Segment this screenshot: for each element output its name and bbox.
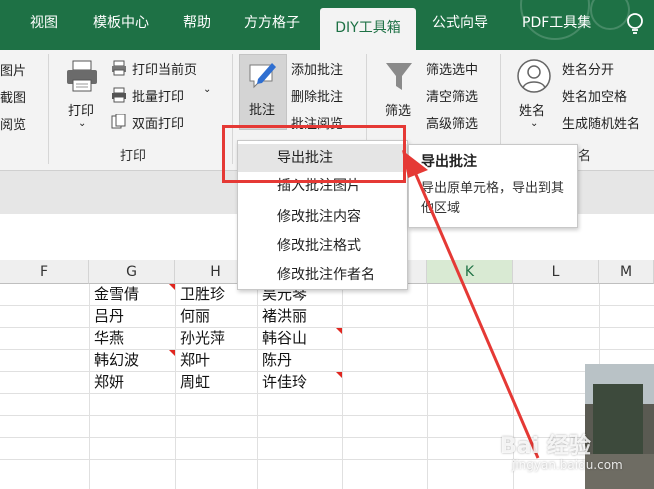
tab-formula-wizard[interactable]: 公式向导 — [432, 0, 488, 50]
grid-line — [0, 393, 654, 394]
cell-h2[interactable]: 何丽 — [176, 305, 210, 327]
advanced-filter-button[interactable]: 高级筛选 — [426, 113, 478, 132]
ribbon-item-image[interactable]: 图片 — [0, 60, 26, 79]
random-name-button[interactable]: 生成随机姓名 — [562, 113, 640, 132]
menu-item-edit-comment-format[interactable]: 修改批注格式 — [238, 232, 407, 260]
tab-pdf-tools[interactable]: PDF工具集 — [522, 0, 591, 50]
group-separator — [48, 54, 49, 164]
comment-indicator — [169, 284, 175, 290]
lightbulb-icon[interactable] — [624, 12, 646, 36]
baidu-jingyan-url: jingyan.baidu.com — [512, 458, 623, 472]
tooltip-body: 导出原单元格，导出到其他区域 — [421, 181, 565, 216]
pencil-comment-icon — [249, 63, 276, 89]
group-label-print: 打印 — [120, 149, 147, 164]
chevron-down-icon[interactable]: ⌄ — [203, 84, 211, 95]
cell-h3[interactable]: 孙光萍 — [176, 327, 225, 349]
cell-h1[interactable]: 卫胜珍 — [176, 283, 225, 305]
ribbon-item-browse[interactable]: 阅览 — [0, 114, 26, 133]
cell-i4[interactable]: 陈丹 — [258, 349, 292, 371]
column-header-k[interactable]: K — [427, 260, 513, 284]
comment-indicator — [336, 328, 342, 334]
duplex-print-icon — [111, 114, 126, 129]
ribbon-tab-bar: 视图 模板中心 帮助 方方格子 DIY工具箱 公式向导 PDF工具集 — [0, 0, 654, 50]
ribbon-item-screenshot[interactable]: 截图 — [0, 87, 26, 106]
cell-h5[interactable]: 周虹 — [176, 371, 210, 393]
filter-selected-button[interactable]: 筛选选中 — [426, 59, 478, 78]
batch-print-button[interactable]: 批量打印 — [132, 86, 184, 105]
column-header-g[interactable]: G — [89, 260, 175, 284]
cell-g5[interactable]: 郑妍 — [90, 371, 124, 393]
grid-line — [0, 415, 654, 416]
print-page-icon — [112, 60, 126, 76]
column-header-f[interactable]: F — [0, 260, 89, 284]
cell-i5[interactable]: 许佳玲 — [258, 371, 307, 393]
add-comment-button[interactable]: 添加批注 — [291, 59, 343, 78]
tab-view[interactable]: 视图 — [30, 0, 58, 50]
cell-g1[interactable]: 金雪倩 — [90, 283, 139, 305]
baidu-jingyan-watermark: Bai 经验 — [500, 434, 591, 459]
add-space-name-button[interactable]: 姓名加空格 — [562, 86, 627, 105]
comment-indicator — [169, 350, 175, 356]
comment-indicator — [336, 372, 342, 378]
batch-print-icon — [112, 87, 126, 103]
print-button[interactable]: 打印 — [68, 100, 94, 119]
split-name-button[interactable]: 姓名分开 — [562, 59, 614, 78]
delete-comment-button[interactable]: 删除批注 — [291, 86, 343, 105]
person-icon[interactable] — [516, 58, 552, 94]
menu-item-edit-comment-content[interactable]: 修改批注内容 — [238, 203, 407, 231]
chevron-down-icon: ⌄ — [530, 118, 539, 129]
highlight-box — [222, 125, 406, 183]
tooltip-title: 导出批注 — [421, 154, 477, 170]
menu-item-edit-comment-author[interactable]: 修改批注作者名 — [238, 261, 407, 289]
duplex-print-button[interactable]: 双面打印 — [132, 113, 184, 132]
tab-ffgz[interactable]: 方方格子 — [244, 0, 300, 50]
column-header-l[interactable]: L — [513, 260, 599, 284]
chevron-down-icon: ⌄ — [78, 118, 87, 129]
tab-template-center[interactable]: 模板中心 — [93, 0, 149, 50]
group-label-name: 名 — [578, 149, 592, 164]
name-button[interactable]: 姓名 — [519, 100, 545, 119]
comment-button-label: 批注 — [249, 103, 276, 118]
cell-i3[interactable]: 韩谷山 — [258, 327, 307, 349]
filter-icon[interactable] — [384, 60, 414, 94]
print-current-page-button[interactable]: 打印当前页 — [132, 59, 197, 78]
cell-g4[interactable]: 韩幻波 — [90, 349, 139, 371]
export-comments-tooltip: 导出批注 导出原单元格，导出到其他区域 — [408, 144, 578, 228]
printer-icon[interactable] — [64, 58, 100, 94]
tab-diy-toolbox[interactable]: DIY工具箱 — [320, 8, 416, 50]
thumbnail-building — [593, 384, 643, 454]
comment-button[interactable]: 批注 — [239, 54, 287, 130]
filter-button[interactable]: 筛选 — [385, 100, 411, 119]
clear-filter-button[interactable]: 清空筛选 — [426, 86, 478, 105]
column-header-m[interactable]: M — [599, 260, 654, 284]
tab-help[interactable]: 帮助 — [183, 0, 211, 50]
cell-h4[interactable]: 郑叶 — [176, 349, 210, 371]
cell-g3[interactable]: 华燕 — [90, 327, 124, 349]
cell-g2[interactable]: 吕丹 — [90, 305, 124, 327]
cell-i2[interactable]: 褚洪丽 — [258, 305, 307, 327]
